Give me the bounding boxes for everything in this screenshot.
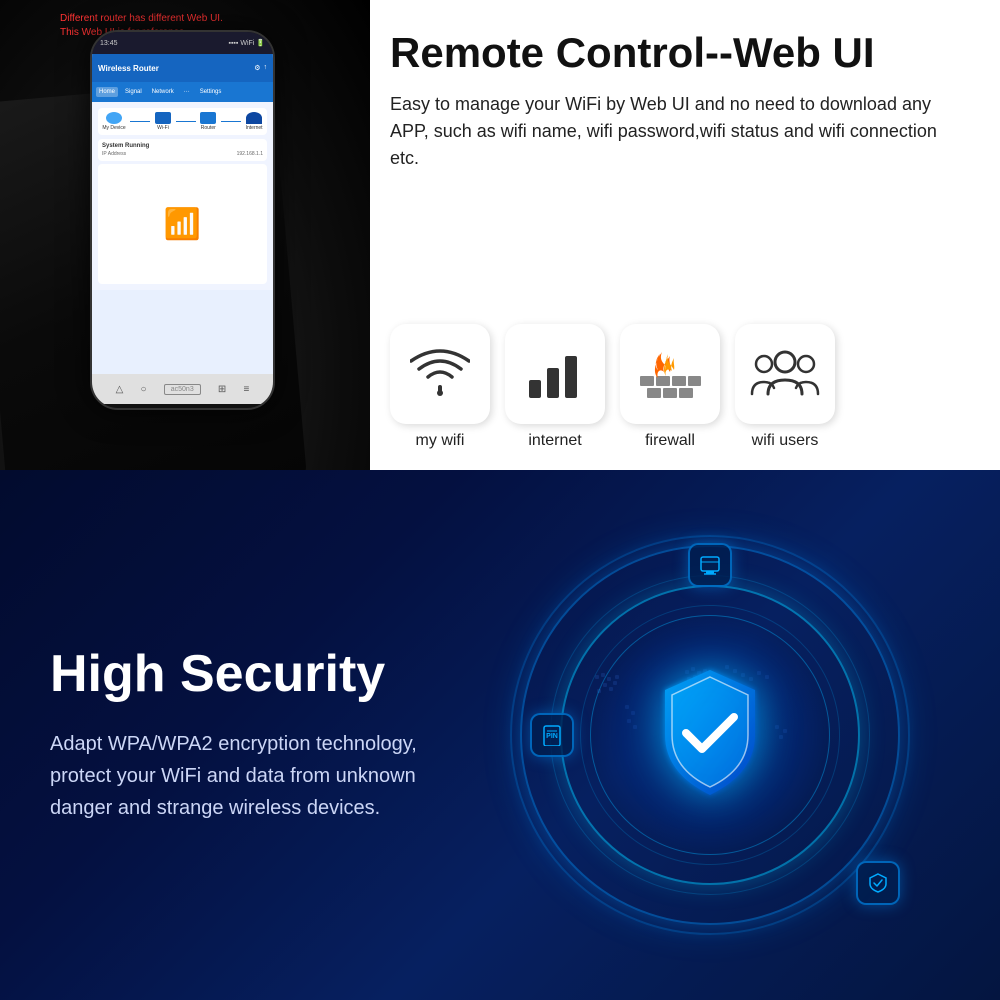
pin-float-icon: PIN (530, 713, 574, 757)
internet-bars-icon (525, 344, 585, 404)
firewall-icon-box (620, 324, 720, 424)
phone-app-header: Wireless Router ⚙ ↑ (92, 54, 273, 82)
svg-text:PIN: PIN (546, 733, 558, 740)
phone-status-bar: 13:45 ▪▪▪▪ WiFi 🔋 (92, 32, 273, 54)
phone-area: Different router has different Web UI. T… (0, 0, 370, 470)
description-text: Easy to manage your WiFi by Web UI and n… (390, 91, 970, 172)
wifi-signal-icon (410, 349, 470, 399)
phone-app-icons: ⚙ ↑ (254, 64, 267, 72)
feature-my-wifi: my wifi (390, 324, 490, 450)
shield-center (645, 660, 775, 810)
phone-content: My Device Wi-Fi Router (92, 102, 273, 290)
main-title: Remote Control--Web UI (390, 30, 970, 76)
feature-wifi-users: wifi users (735, 324, 835, 450)
phone-bottom-bar: △ ○ ac50n3 ⊞ ≡ (92, 374, 273, 404)
features-row: my wifi internet (390, 324, 970, 450)
firewall-label: firewall (645, 432, 695, 450)
security-title: High Security (50, 646, 430, 703)
users-icon (750, 344, 820, 404)
security-shield-icon (650, 665, 770, 805)
bottom-section: High Security Adapt WPA/WPA2 encryption … (0, 470, 1000, 1000)
phone-screen: Wireless Router ⚙ ↑ Home Signal Network … (92, 54, 273, 374)
phone-main-display: 📶 (98, 164, 267, 284)
internet-label: internet (528, 432, 581, 450)
shield-float-icon (856, 861, 900, 905)
top-section: Different router has different Web UI. T… (0, 0, 1000, 470)
internet-icon-box (505, 324, 605, 424)
feature-firewall: firewall (620, 324, 720, 450)
phone-mockup: 13:45 ▪▪▪▪ WiFi 🔋 Wireless Router ⚙ ↑ Ho… (90, 30, 275, 410)
my-wifi-label: my wifi (416, 432, 465, 450)
wifi-users-label: wifi users (752, 432, 819, 450)
globe-container: PIN (500, 525, 920, 945)
firewall-icon (638, 344, 703, 404)
right-content: Remote Control--Web UI Easy to manage yo… (370, 0, 1000, 470)
security-description: Adapt WPA/WPA2 encryption technology, pr… (50, 728, 430, 824)
wifi-icon-box (390, 324, 490, 424)
server-float-icon (688, 543, 732, 587)
phone-nav: Home Signal Network ··· Settings (92, 82, 273, 102)
security-content: High Security Adapt WPA/WPA2 encryption … (0, 586, 480, 884)
feature-internet: internet (505, 324, 605, 450)
phone-info-box: System Running IP Address 192.168.1.1 (98, 139, 267, 161)
phone-network-diagram: My Device Wi-Fi Router (98, 108, 267, 135)
wifi-users-icon-box (735, 324, 835, 424)
